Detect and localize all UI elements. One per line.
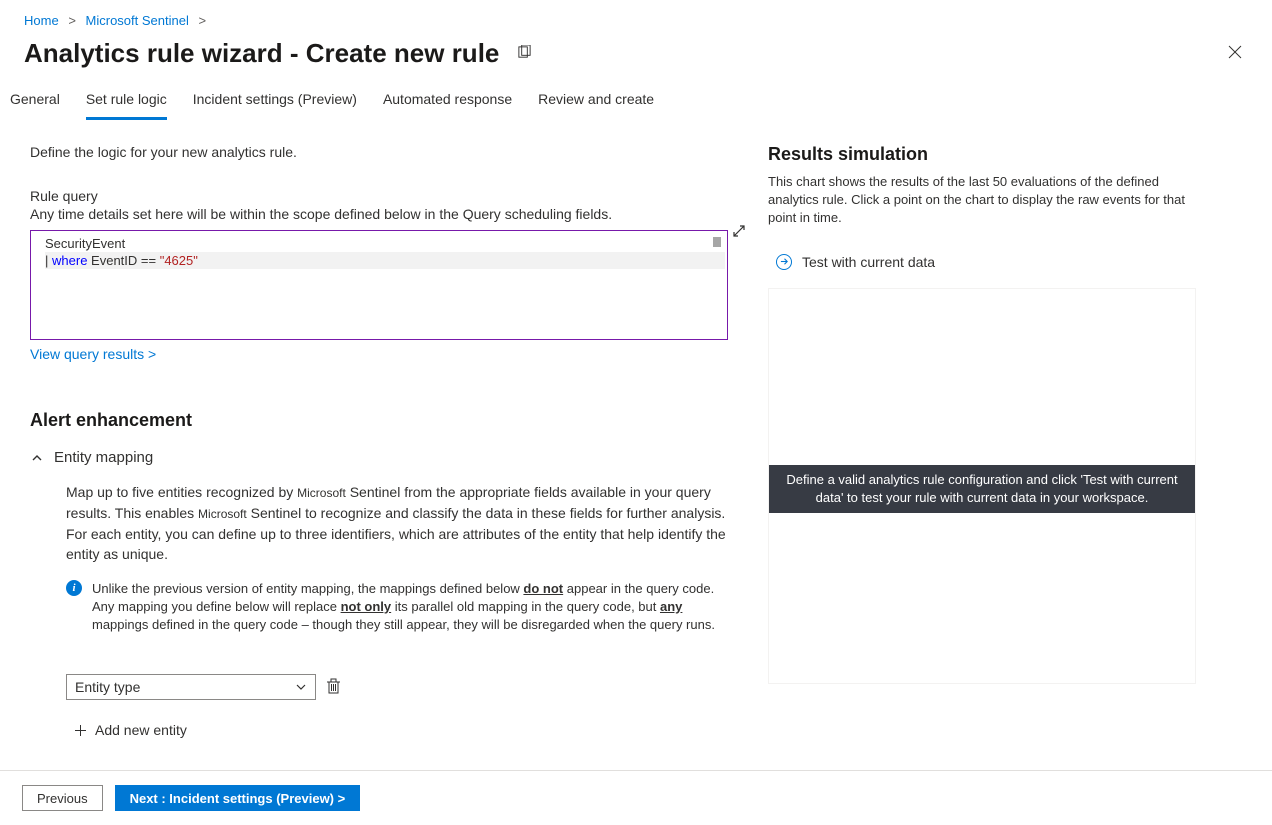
- delete-entity-button[interactable]: [326, 678, 341, 697]
- page-title: Analytics rule wizard - Create new rule: [24, 38, 499, 69]
- breadcrumb: Home > Microsoft Sentinel >: [0, 0, 1272, 28]
- entity-mapping-description: Map up to five entities recognized by Mi…: [66, 482, 726, 564]
- tab-general[interactable]: General: [10, 83, 60, 120]
- add-entity-button[interactable]: Add new entity: [74, 722, 730, 738]
- results-chart-placeholder: Define a valid analytics rule configurat…: [768, 288, 1196, 684]
- close-button[interactable]: [1222, 39, 1248, 68]
- breadcrumb-home[interactable]: Home: [24, 13, 59, 28]
- tab-automated-response[interactable]: Automated response: [383, 83, 512, 120]
- code-line-1: SecurityEvent: [45, 235, 727, 252]
- chevron-down-icon: [295, 681, 307, 693]
- close-icon: [1228, 45, 1242, 59]
- pin-icon[interactable]: [517, 45, 532, 63]
- query-editor[interactable]: SecurityEvent | where EventID == "4625": [30, 230, 728, 340]
- alert-enhancement-title: Alert enhancement: [30, 410, 730, 431]
- plus-icon: [74, 724, 87, 737]
- scrollbar-indicator: [713, 237, 721, 247]
- chart-banner-message: Define a valid analytics rule configurat…: [769, 465, 1195, 513]
- code-line-2: | where EventID == "4625": [45, 252, 725, 269]
- entity-mapping-label: Entity mapping: [54, 449, 153, 466]
- results-simulation-description: This chart shows the results of the last…: [768, 173, 1188, 227]
- next-button[interactable]: Next : Incident settings (Preview) >: [115, 785, 361, 811]
- breadcrumb-sentinel[interactable]: Microsoft Sentinel: [86, 13, 189, 28]
- test-link-label: Test with current data: [802, 254, 935, 270]
- rule-query-label: Rule query: [30, 188, 730, 204]
- test-with-current-data-link[interactable]: Test with current data: [776, 254, 935, 270]
- breadcrumb-sep: >: [68, 13, 76, 28]
- tab-review-create[interactable]: Review and create: [538, 83, 654, 120]
- footer: Previous Next : Incident settings (Previ…: [0, 770, 1272, 825]
- trash-icon: [326, 678, 341, 694]
- rule-query-help: Any time details set here will be within…: [30, 206, 730, 222]
- tabs: General Set rule logic Incident settings…: [0, 83, 1272, 120]
- results-simulation-title: Results simulation: [768, 144, 1198, 165]
- add-entity-label: Add new entity: [95, 722, 187, 738]
- entity-type-placeholder: Entity type: [75, 679, 140, 695]
- entity-mapping-header[interactable]: Entity mapping: [30, 449, 730, 466]
- breadcrumb-sep: >: [198, 13, 206, 28]
- chevron-up-icon: [30, 451, 44, 465]
- tab-incident-settings[interactable]: Incident settings (Preview): [193, 83, 357, 120]
- view-query-results-link[interactable]: View query results >: [30, 346, 156, 362]
- previous-button[interactable]: Previous: [22, 785, 103, 811]
- arrow-right-circle-icon: [776, 254, 792, 270]
- intro-text: Define the logic for your new analytics …: [30, 144, 730, 160]
- entity-mapping-info: i Unlike the previous version of entity …: [66, 580, 726, 634]
- info-icon: i: [66, 580, 82, 596]
- entity-type-select[interactable]: Entity type: [66, 674, 316, 700]
- tab-set-rule-logic[interactable]: Set rule logic: [86, 83, 167, 120]
- expand-icon[interactable]: [732, 224, 746, 241]
